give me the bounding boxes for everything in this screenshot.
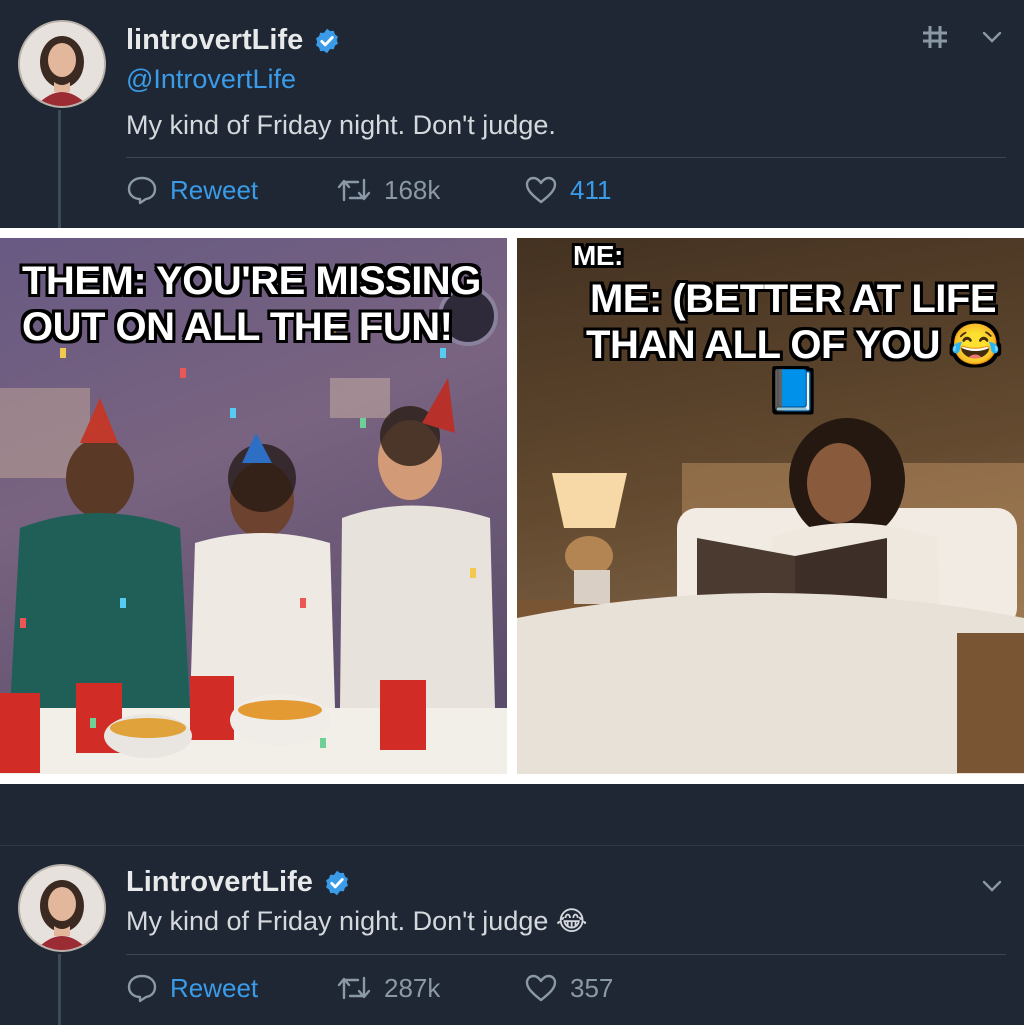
divider — [126, 954, 1006, 955]
thread-line — [58, 954, 61, 1025]
reply-icon — [127, 176, 157, 205]
reply-action[interactable]: Reweet — [126, 972, 336, 1004]
like-count: 357 — [570, 972, 614, 1003]
meme-right-caption-line1: ME: (BETTER AT LIFE — [589, 277, 997, 321]
display-name[interactable]: LintrovertLife — [126, 866, 313, 899]
heart-icon — [525, 974, 557, 1002]
author-row: LintrovertLife — [126, 866, 351, 899]
tweet-actions: Reweet 168k 411 — [126, 174, 611, 206]
retweet-count: 287k — [384, 972, 441, 1003]
heart-icon — [525, 176, 557, 204]
meme-right-panel[interactable]: ME: ME: (BETTER AT LIFE THAN ALL OF YOU … — [517, 238, 1024, 774]
retweet-action[interactable]: 168k — [336, 175, 524, 206]
tweet-actions: Reweet 287k 357 — [126, 972, 613, 1004]
like-action[interactable]: 411 — [524, 175, 611, 206]
avatar[interactable] — [18, 20, 106, 108]
like-count: 411 — [570, 174, 612, 205]
chevron-down-icon[interactable] — [980, 874, 1004, 898]
handle[interactable]: @IntrovertLife — [126, 64, 296, 95]
reply-icon — [127, 974, 157, 1003]
reply-action[interactable]: Reweet — [126, 174, 336, 206]
avatar-image — [20, 22, 104, 106]
hashtag-icon[interactable] — [920, 22, 950, 52]
meme-right-caption-small: ME: — [573, 240, 623, 271]
meme-left-caption: THEM: YOU'RE MISSING OUT ON ALL THE FUN! — [22, 259, 481, 349]
divider — [126, 157, 1006, 158]
tweet-top: lintrovertLife @IntrovertLife My kind of… — [0, 0, 1024, 228]
verified-badge-icon — [316, 28, 339, 53]
tweet-bottom: LintrovertLife My kind of Friday night. … — [0, 845, 1024, 1025]
meme-right-caption: ME: (BETTER AT LIFE THAN ALL OF YOU 😂📘 — [573, 276, 1013, 414]
reweet-label: Reweet — [170, 174, 259, 205]
meme-left-panel[interactable]: THEM: YOU'RE MISSING OUT ON ALL THE FUN! — [0, 238, 507, 774]
verified-badge-icon — [325, 870, 348, 895]
display-name[interactable]: lintrovertLife — [126, 24, 303, 57]
like-action[interactable]: 357 — [524, 973, 613, 1004]
avatar[interactable] — [18, 864, 106, 952]
retweet-action[interactable]: 287k — [336, 973, 524, 1004]
avatar-image — [20, 866, 104, 950]
author-row: lintrovertLife — [126, 24, 341, 57]
tweet-top-controls — [920, 22, 1004, 52]
spacer — [0, 784, 1024, 845]
meme-right-caption-line2: THAN ALL OF YOU 😂📘 — [586, 323, 1000, 413]
tweet-text: My kind of Friday night. Don't judge 😂 — [126, 906, 588, 936]
retweet-count: 168k — [384, 174, 441, 205]
tweet-text: My kind of Friday night. Don't judge. — [126, 110, 556, 140]
retweet-icon — [337, 178, 371, 202]
reweet-label: Reweet — [170, 972, 259, 1003]
retweet-icon — [337, 976, 371, 1000]
tweet-media[interactable]: THEM: YOU'RE MISSING OUT ON ALL THE FUN!… — [0, 228, 1024, 784]
thread-line — [58, 110, 61, 228]
chevron-down-icon[interactable] — [980, 25, 1004, 49]
